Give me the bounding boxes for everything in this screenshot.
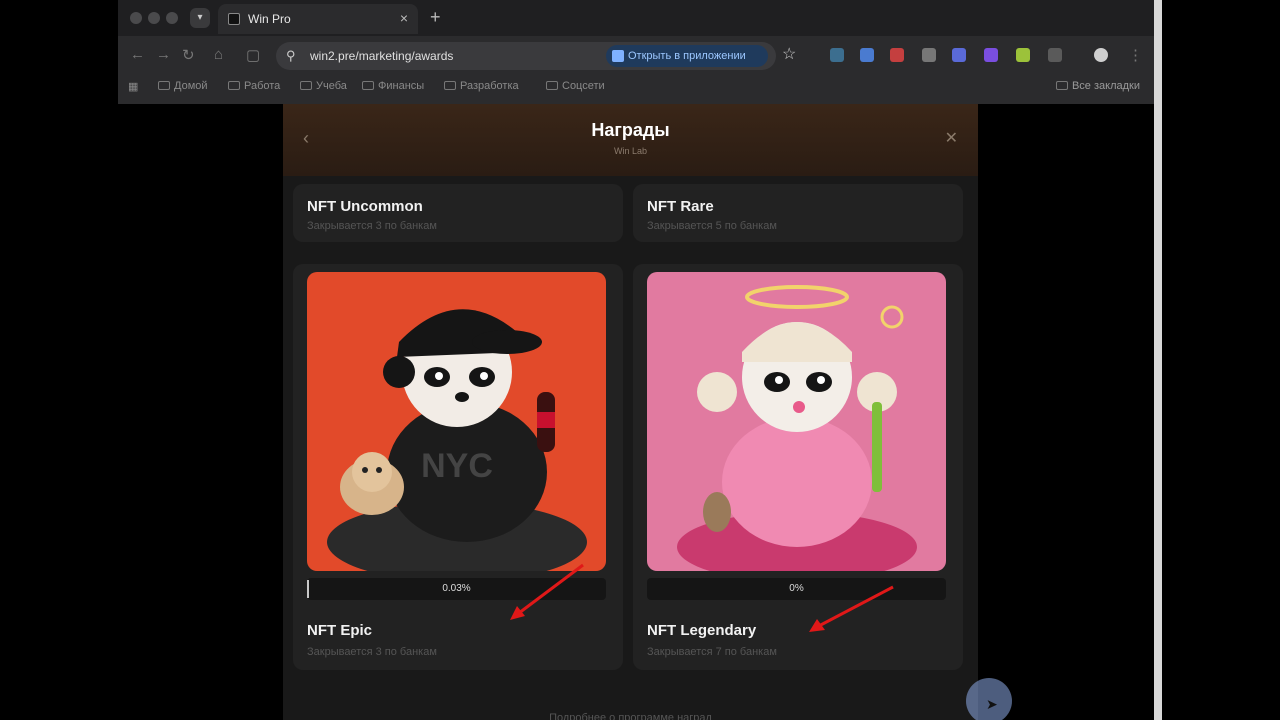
bookmark-folder[interactable]: Работа [228,80,280,92]
close-icon[interactable]: × [400,10,408,26]
menu-icon[interactable]: ⋮ [1128,46,1143,64]
new-tab-button[interactable]: + [430,7,441,28]
extension-icon[interactable] [922,48,936,62]
bookmark-label: Финансы [378,80,425,92]
folder-icon [300,81,312,90]
bookmarks-bar: ▦ Домой Работа Учеба Финансы Разработка … [118,76,1154,100]
folder-icon [444,81,456,90]
back-arrow-icon[interactable]: ← [130,46,145,63]
bookmark-label: Учеба [316,80,347,92]
bookmark-folder[interactable]: Соцсети [546,80,605,92]
tab-bar: ▾ Win Pro × + [118,0,1154,36]
window-close-button[interactable] [130,12,142,24]
extension-icon[interactable] [1016,48,1030,62]
apps-icon[interactable]: ▦ [128,80,138,93]
tab-search-icon[interactable]: ▾ [190,8,210,28]
extension-icon[interactable] [952,48,966,62]
tab-icon[interactable]: ▢ [246,46,260,64]
forward-arrow-icon[interactable]: → [156,46,171,63]
window-maximize-button[interactable] [166,12,178,24]
card-subtitle: Закрывается 5 по банкам [647,220,777,232]
panda-illustration-icon: NYC [327,309,587,571]
bookmark-label: Соцсети [562,80,605,92]
app-icon [612,50,624,62]
nft-card-uncommon[interactable]: NFT Uncommon Закрывается 3 по банкам [293,184,623,242]
url-text[interactable]: win2.pre/marketing/awards [310,49,453,63]
annotation-arrow-icon [510,563,584,620]
window-minimize-button[interactable] [148,12,160,24]
close-icon[interactable]: ✕ [945,128,958,148]
bookmark-folder[interactable]: Учеба [300,80,347,92]
nft-card-rare[interactable]: NFT Rare Закрывается 5 по банкам [633,184,963,242]
extension-icon[interactable] [860,48,874,62]
svg-text:NYC: NYC [421,447,493,485]
profile-icon[interactable] [1094,48,1108,62]
bookmark-folder[interactable]: Домой [158,80,208,92]
open-in-app-label: Открыть в приложении [628,50,746,62]
open-in-app-button[interactable]: Открыть в приложении [606,45,768,67]
card-title: NFT Rare [647,198,714,215]
folder-icon [1055,81,1068,90]
card-subtitle: Закрывается 3 по банкам [307,646,437,658]
favicon-icon [228,13,240,25]
bookmark-folder[interactable]: Финансы [362,80,424,92]
panda-illustration-icon [677,285,917,571]
bookmark-folder[interactable]: Разработка [444,80,519,92]
card-title: NFT Legendary [647,622,757,639]
tab-title: Win Pro [248,12,291,26]
panda-nft-image: NYC [307,272,606,571]
panda-nft-image [647,272,946,571]
bookmark-star-icon[interactable]: ☆ [782,44,796,64]
all-bookmarks-label: Все закладки [1071,80,1140,92]
page-subtitle: Win Lab [613,146,648,156]
modal-header: ‹ Награды Win Lab ✕ [283,104,978,176]
browser-tab[interactable]: Win Pro × [218,4,418,34]
window-edge [1154,0,1162,720]
folder-icon [546,81,558,90]
page-title: Награды [591,120,670,140]
browser-window: ▾ Win Pro × + ← → ↻ ⌂ ▢ ⚲ win2.pre/marke… [118,0,1154,104]
site-info-icon[interactable]: ⚲ [286,48,296,64]
card-subtitle: Закрывается 3 по банкам [307,220,437,232]
bookmark-label: Домой [174,80,208,92]
card-title: NFT Uncommon [307,198,423,215]
card-title: NFT Epic [307,622,373,639]
annotation-arrow-icon [809,585,894,632]
extension-icon[interactable] [890,48,904,62]
bookmark-label: Работа [244,80,281,92]
mouse-pointer-icon: ➤ [986,696,998,712]
nft-card-legendary[interactable]: 0% NFT Legendary Закрывается 7 по банкам [633,264,963,670]
all-bookmarks[interactable]: Все закладки [1055,80,1140,92]
card-subtitle: Закрывается 7 по банкам [647,646,777,658]
reload-icon[interactable]: ↻ [182,46,195,64]
progress-label: 0% [789,583,804,594]
folder-icon [362,81,374,90]
home-icon[interactable]: ⌂ [214,46,223,63]
bookmark-label: Разработка [460,80,519,92]
folder-icon [228,81,240,90]
address-bar[interactable]: ⚲ win2.pre/marketing/awards Открыть в пр… [276,42,776,70]
progress-bar: 0% [647,578,946,600]
browser-toolbar: ← → ↻ ⌂ ▢ ⚲ win2.pre/marketing/awards От… [118,36,1154,76]
extension-icon[interactable] [1048,48,1062,62]
folder-icon [158,81,170,90]
extension-icon[interactable] [830,48,844,62]
footer-link[interactable]: Подробнее о программе наград [283,712,978,720]
extension-icon[interactable] [984,48,998,62]
